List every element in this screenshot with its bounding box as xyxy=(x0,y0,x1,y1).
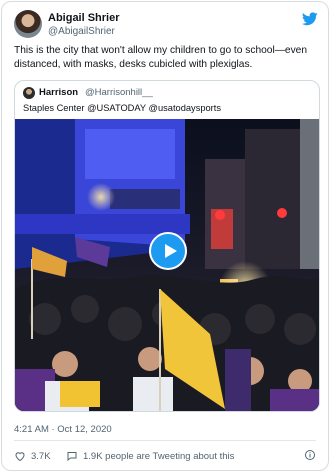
play-icon[interactable] xyxy=(149,232,187,270)
tweet-card: Abigail Shrier @AbigailShrier This is th… xyxy=(1,1,329,471)
tweet-header: Abigail Shrier @AbigailShrier xyxy=(14,10,318,40)
tweet-actions: 3.7K 1.9K people are Tweeting about this xyxy=(14,448,316,464)
quoted-tweet-header: Harrison @Harrisonhill__ xyxy=(23,87,311,101)
author-name[interactable]: Abigail Shrier xyxy=(48,12,120,24)
speech-bubble-icon xyxy=(67,452,77,462)
heart-icon xyxy=(15,452,25,462)
talking-count: 1.9K people are Tweeting about this xyxy=(83,450,235,462)
quoted-author-avatar[interactable] xyxy=(23,87,35,99)
like-button[interactable]: 3.7K xyxy=(14,448,51,464)
twitter-bird-icon[interactable] xyxy=(302,12,318,26)
quoted-tweet-text: Staples Center @USATODAY @usatodaysports xyxy=(23,103,222,113)
quoted-author-name[interactable]: Harrison xyxy=(39,87,78,98)
conversation-link[interactable]: 1.9K people are Tweeting about this xyxy=(66,448,234,464)
info-icon[interactable] xyxy=(304,449,316,461)
video-player[interactable] xyxy=(15,119,319,411)
author-handle[interactable]: @AbigailShrier xyxy=(48,26,115,37)
divider xyxy=(14,440,316,441)
quoted-tweet[interactable]: Harrison @Harrisonhill__ Staples Center … xyxy=(14,80,320,412)
quoted-author-handle[interactable]: @Harrisonhill__ xyxy=(85,87,153,98)
like-count: 3.7K xyxy=(31,450,51,462)
author-avatar[interactable] xyxy=(14,10,42,38)
tweet-timestamp[interactable]: 4:21 AM · Oct 12, 2020 xyxy=(14,424,112,435)
tweet-text: This is the city that won't allow my chi… xyxy=(14,45,307,70)
